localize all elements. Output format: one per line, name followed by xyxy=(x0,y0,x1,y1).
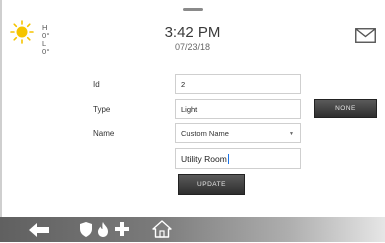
clock-time: 3:42 PM xyxy=(164,24,221,41)
screen: H 0° L 0° 3:42 PM 07/23/18 Id 2 Type Lig… xyxy=(0,0,385,242)
dropdown-caret-icon: ▼ xyxy=(289,131,294,137)
name-select[interactable]: Custom Name ▼ xyxy=(175,123,301,143)
id-field[interactable]: 2 xyxy=(175,74,301,94)
id-label: Id xyxy=(93,80,100,89)
text-cursor xyxy=(227,153,229,164)
type-label: Type xyxy=(93,105,111,114)
back-arrow-icon[interactable] xyxy=(29,223,49,242)
update-button[interactable]: UPDATE xyxy=(178,174,245,195)
name-label: Name xyxy=(93,129,115,138)
pull-down-handle[interactable] xyxy=(183,8,203,11)
mail-icon[interactable] xyxy=(355,28,376,43)
type-value: Light xyxy=(181,104,198,114)
fire-icon[interactable] xyxy=(97,222,109,242)
type-field[interactable]: Light xyxy=(175,99,301,119)
clock-date: 07/23/18 xyxy=(174,42,211,52)
shield-icon[interactable] xyxy=(80,222,92,242)
none-button[interactable]: NONE xyxy=(314,99,377,118)
name-text-value: Utility Room xyxy=(181,153,227,164)
home-icon[interactable] xyxy=(152,220,172,243)
name-select-value: Custom Name xyxy=(181,128,229,138)
name-text-input[interactable]: Utility Room xyxy=(175,148,301,169)
clock: 3:42 PM 07/23/18 xyxy=(0,24,385,52)
medical-cross-icon[interactable] xyxy=(115,222,129,241)
bottom-nav-bar xyxy=(0,217,385,242)
id-value: 2 xyxy=(181,79,186,89)
